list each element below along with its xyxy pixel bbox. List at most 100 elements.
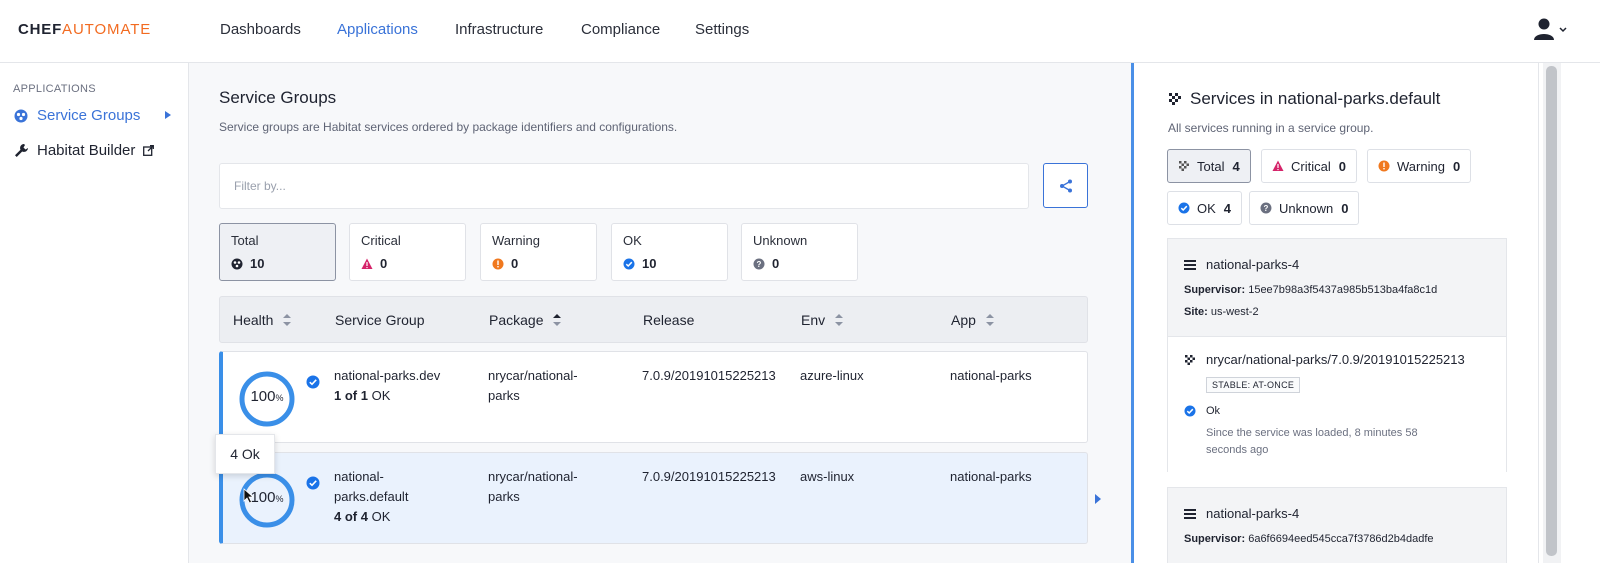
stat-total[interactable]: Total 10 <box>219 223 336 281</box>
service-name-row: national-parks-4 <box>1184 257 1490 272</box>
table-row[interactable]: 100% national-parks.default 4 of 4 OK nr… <box>219 452 1088 544</box>
service-status: Ok <box>1206 405 1221 417</box>
col-package[interactable]: Package <box>489 312 562 328</box>
nav-infrastructure[interactable]: Infrastructure <box>455 21 543 38</box>
col-release: Release <box>643 312 694 328</box>
sidebar-item-service-groups[interactable]: Service Groups <box>13 107 140 124</box>
user-icon <box>1534 18 1567 40</box>
stat-value: 0 <box>380 256 388 271</box>
user-menu[interactable] <box>1532 17 1572 43</box>
share-icon <box>1059 179 1072 192</box>
sidebar-item-label: Habitat Builder <box>37 142 136 159</box>
service-count: 4 of 4 <box>334 509 368 524</box>
share-button[interactable] <box>1043 163 1088 208</box>
service-groups-main: Service Groups Service groups are Habita… <box>189 63 1131 563</box>
stat-value: 10 <box>642 256 657 271</box>
nav-compliance[interactable]: Compliance <box>581 21 660 38</box>
ok-check-icon <box>1184 405 1196 417</box>
service-name: national-parks-4 <box>1206 257 1300 272</box>
env-cell: azure-linux <box>800 368 864 383</box>
stat-label: Warning <box>492 233 540 248</box>
col-label: Service Group <box>335 312 425 328</box>
stat-label: OK <box>623 233 642 248</box>
release-cell: 7.0.9/20191015225213 <box>642 368 776 383</box>
col-label: Package <box>489 312 544 328</box>
service-name: national-parks-4 <box>1206 506 1300 521</box>
col-app[interactable]: App <box>951 312 994 328</box>
page-subtitle: Service groups are Habitat services orde… <box>219 120 678 134</box>
stat-value: 10 <box>250 256 265 271</box>
package-row: nrycar/national-parks/7.0.9/201910152252… <box>1184 352 1490 367</box>
nav-applications[interactable]: Applications <box>337 21 418 38</box>
stat-value: 0 <box>772 256 780 271</box>
sort-icon <box>985 314 994 326</box>
sidebar-active-arrow-icon <box>165 111 171 119</box>
mouse-cursor-icon <box>243 488 255 504</box>
ok-check-icon <box>623 258 635 270</box>
chip-label: Unknown <box>1279 200 1334 216</box>
stat-ok[interactable]: OK 10 <box>611 223 728 281</box>
stat-critical[interactable]: Critical 0 <box>349 223 466 281</box>
critical-icon <box>1272 160 1284 171</box>
chip-value: 4 <box>1223 200 1232 216</box>
service-card[interactable]: national-parks-4 Supervisor: 6a6f6694eed… <box>1167 487 1507 563</box>
panel-title: Services in national-parks.default <box>1168 89 1440 109</box>
service-group-name: national-parks.dev <box>334 368 441 383</box>
supervisor-row: Supervisor: 15ee7b98a3f5437a985b513ba4fa… <box>1184 284 1438 296</box>
stat-unknown[interactable]: Unknown ? 0 <box>741 223 858 281</box>
col-env[interactable]: Env <box>801 312 844 328</box>
chip-value: 0 <box>1341 200 1349 216</box>
status-row: Ok <box>1184 405 1490 417</box>
ok-check-icon <box>306 476 320 490</box>
chip-total[interactable]: Total 4 <box>1167 149 1251 183</box>
table-header: Health Service Group Package Release Env… <box>219 296 1088 343</box>
sidebar-caption: APPLICATIONS <box>13 83 96 95</box>
chip-warning[interactable]: Warning 0 <box>1367 149 1472 183</box>
nav-settings[interactable]: Settings <box>695 21 749 38</box>
services-icon <box>1185 354 1195 365</box>
svg-text:?: ? <box>1264 204 1269 213</box>
service-name-row: national-parks-4 <box>1184 506 1490 521</box>
service-count: 1 of 1 <box>334 388 368 403</box>
chip-label: Warning <box>1397 158 1445 174</box>
health-percent: 100% <box>250 388 284 405</box>
filter-input[interactable]: Filter by... <box>219 163 1029 209</box>
chip-unknown[interactable]: ? Unknown 0 <box>1249 191 1360 225</box>
chip-critical[interactable]: Critical 0 <box>1261 149 1357 183</box>
panel-title-text: Services in national-parks.default <box>1190 89 1441 108</box>
service-since: Since the service was loaded, 8 minutes … <box>1206 427 1418 456</box>
total-icon <box>231 258 243 270</box>
release-cell: 7.0.9/20191015225213 <box>642 469 776 484</box>
sidebar-item-label: Service Groups <box>37 107 141 124</box>
sort-icon <box>553 314 562 326</box>
chef-automate-logo[interactable]: CHEFAUTOMATE <box>18 21 151 38</box>
top-navigation: CHEFAUTOMATE Dashboards Applications Inf… <box>0 0 1600 63</box>
list-icon <box>1184 259 1196 270</box>
service-card[interactable]: national-parks-4 Supervisor: 15ee7b98a3f… <box>1167 238 1507 472</box>
nav-dashboards[interactable]: Dashboards <box>220 21 301 38</box>
chip-ok[interactable]: OK 4 <box>1167 191 1243 225</box>
chip-value: 4 <box>1232 158 1240 174</box>
package-cell: nrycar/national-parks <box>488 469 578 504</box>
service-groups-icon <box>13 108 29 124</box>
warning-icon <box>1378 160 1390 172</box>
package-ident: nrycar/national-parks/7.0.9/201910152252… <box>1206 352 1465 367</box>
package-cell: nrycar/national-parks <box>488 368 578 403</box>
service-status: OK <box>371 388 391 403</box>
col-label: Release <box>643 312 695 328</box>
chip-label: Total <box>1197 158 1225 174</box>
table-row[interactable]: 100% national-parks.dev 1 of 1 OK nrycar… <box>219 351 1088 443</box>
stat-warning[interactable]: Warning 0 <box>480 223 597 281</box>
stat-value: 0 <box>511 256 519 271</box>
list-icon <box>1184 508 1196 519</box>
chip-value: 0 <box>1338 158 1346 174</box>
service-status: OK <box>371 509 391 524</box>
scrollbar-thumb[interactable] <box>1546 66 1557 556</box>
panel-subtitle: All services running in a service group. <box>1168 121 1374 135</box>
sidebar-item-habitat-builder[interactable]: Habitat Builder <box>13 142 155 159</box>
service-group-cell: national-parks.dev 1 of 1 OK <box>334 366 474 406</box>
svg-text:?: ? <box>757 260 762 269</box>
stat-label: Critical <box>361 233 401 248</box>
service-group-name: national-parks.default <box>334 469 409 504</box>
col-health[interactable]: Health <box>233 312 292 328</box>
